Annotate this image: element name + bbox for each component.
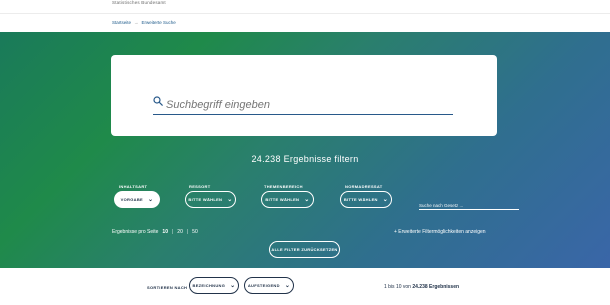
result-range: 1 bis 10 von 24.238 Ergebnissen [384,284,459,290]
gesetz-search-input[interactable] [419,199,519,208]
reset-filters-button[interactable]: ALLE FILTER ZURÜCKSETZEN [269,241,340,258]
search-input[interactable] [166,97,452,113]
sort-field-value: BEZEICHNUNG [192,283,226,288]
search-underline [153,114,453,115]
breadcrumb-separator: → [134,20,139,25]
result-range-prefix: 1 bis 10 von [384,284,411,290]
chevron-down-icon: ⌄ [382,196,389,203]
normadressat-select[interactable]: BITTE WÄHLEN ⌄ [340,191,392,208]
extended-filters-link[interactable]: + Erweiterte Filtermöglichkeiten anzeige… [394,229,486,235]
inhaltsart-select[interactable]: VORGABE ⌄ [114,191,160,208]
filter-label-ressort: RESSORT [189,184,211,189]
breadcrumb-home-link[interactable]: Startseite [112,20,131,25]
sort-order-value: AUFSTEIGEND [247,283,280,288]
per-page-divider: | [186,229,189,235]
chevron-down-icon: ⌄ [304,196,310,203]
chevron-down-icon: ⌄ [230,282,236,289]
ressort-value: BITTE WÄHLEN [188,197,223,202]
chevron-down-icon: ⌄ [148,196,154,203]
breadcrumb: Startseite → Erweiterte Suche [112,20,176,25]
search-icon[interactable] [153,96,163,106]
themenbereich-select[interactable]: BITTE WÄHLEN ⌄ [261,191,314,208]
filter-label-themenbereich: THEMENBEREICH [264,184,303,189]
inhaltsart-value: VORGABE [120,197,143,202]
top-header: Statistisches Bundesamt [0,0,610,14]
chevron-down-icon: ⌄ [284,282,291,289]
breadcrumb-current: Erweiterte Suche [141,20,176,25]
chevron-down-icon: ⌄ [227,196,233,203]
per-page-divider: | [171,229,174,235]
gesetz-search-field [419,194,519,210]
search-card [111,55,497,136]
filter-label-inhaltsart: INHALTSART [119,184,148,189]
results-toolbar [0,268,610,305]
sort-order-select[interactable]: AUFSTEIGEND ⌄ [244,277,294,294]
ressort-select[interactable]: BITTE WÄHLEN ⌄ [185,191,236,208]
results-per-page: Ergebnisse pro Seite 10 | 20 | 50 [112,229,198,235]
normadressat-value: BITTE WÄHLEN [343,197,378,202]
themenbereich-value: BITTE WÄHLEN [265,197,300,202]
per-page-label: Ergebnisse pro Seite [112,229,159,235]
sort-label: SORTIEREN NACH [147,285,188,290]
result-count: 24.238 Ergebnisse filtern [251,154,359,164]
sort-field-select[interactable]: BEZEICHNUNG ⌄ [189,277,239,294]
per-page-option-10[interactable]: 10 [162,229,168,235]
filter-label-normadressat: NORMADRESSAT [345,184,383,189]
org-name[interactable]: Statistisches Bundesamt [112,0,166,5]
per-page-option-20[interactable]: 20 [177,229,183,235]
per-page-option-50[interactable]: 50 [192,229,198,235]
result-range-total: 24.238 Ergebnissen [412,284,460,290]
